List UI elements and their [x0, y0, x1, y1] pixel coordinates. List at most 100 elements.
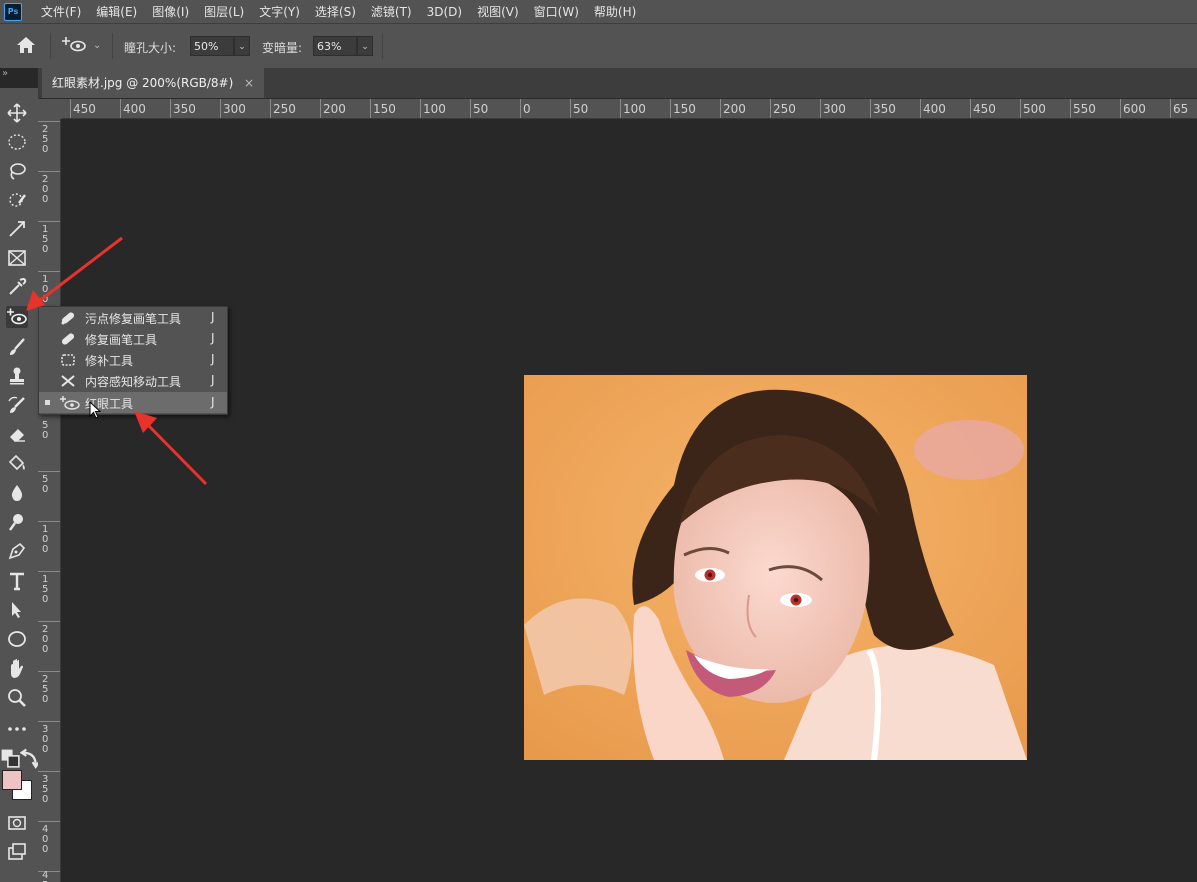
- ruler-label: 300: [823, 102, 846, 116]
- ellipse-tool-icon[interactable]: [6, 628, 28, 650]
- hand-tool-icon[interactable]: [6, 658, 28, 680]
- ruler-label: 200: [42, 174, 49, 205]
- close-icon[interactable]: ×: [244, 68, 254, 98]
- path-selection-tool-icon[interactable]: [6, 599, 28, 621]
- ruler-label: 300: [42, 724, 49, 755]
- ruler-label: 400: [42, 824, 49, 855]
- flyout-item-patch[interactable]: 修补工具 J: [39, 349, 227, 370]
- ruler-label: 300: [223, 102, 246, 116]
- darken-amount-dropdown[interactable]: ⌄: [357, 36, 373, 56]
- default-colors-icon[interactable]: [0, 748, 20, 768]
- canvas-image[interactable]: [524, 375, 1027, 760]
- chevron-down-icon[interactable]: ⌄: [93, 40, 101, 51]
- move-tool-icon[interactable]: [6, 102, 28, 124]
- pupil-size-input[interactable]: 50%: [190, 36, 234, 56]
- ruler-label: 350: [173, 102, 196, 116]
- menu-layer[interactable]: 图层(L): [204, 3, 244, 20]
- ruler-label: 150: [42, 574, 49, 605]
- healing-brush-icon: [61, 333, 75, 345]
- paint-bucket-tool-icon[interactable]: [6, 452, 28, 474]
- ruler-tick: [270, 99, 271, 118]
- eraser-tool-icon[interactable]: [6, 423, 28, 445]
- ruler-tick: [38, 171, 60, 172]
- ruler-label: 600: [1123, 102, 1146, 116]
- ruler-label: 150: [673, 102, 696, 116]
- ruler-tick: [38, 221, 60, 222]
- ruler-label: 450: [42, 870, 49, 882]
- flyout-item-spot-healing[interactable]: 污点修复画笔工具 J: [39, 307, 227, 328]
- ruler-tick: [38, 821, 60, 822]
- blur-tool-icon[interactable]: [6, 482, 28, 504]
- pen-tool-icon[interactable]: [6, 540, 28, 562]
- ruler-tick: [220, 99, 221, 118]
- quick-mask-icon[interactable]: [6, 812, 28, 834]
- flyout-item-healing-brush[interactable]: 修复画笔工具 J: [39, 328, 227, 349]
- menu-3d[interactable]: 3D(D): [427, 5, 462, 19]
- vertical-ruler[interactable]: 250 200 150 100 50 50 100 150 200 250 30…: [38, 119, 61, 882]
- ruler-tick: [420, 99, 421, 118]
- collapse-panels-icon[interactable]: »: [2, 68, 8, 79]
- marquee-tool-icon[interactable]: [6, 131, 28, 153]
- ruler-label: 350: [873, 102, 896, 116]
- ruler-label: 250: [273, 102, 296, 116]
- ruler-label: 100: [42, 524, 49, 555]
- annotation-arrow: [134, 411, 208, 486]
- stamp-tool-icon[interactable]: [6, 365, 28, 387]
- dodge-tool-icon[interactable]: [6, 511, 28, 533]
- foreground-color-swatch[interactable]: [2, 770, 22, 790]
- flyout-item-red-eye[interactable]: 红眼工具 J: [39, 392, 227, 413]
- ruler-tick: [870, 99, 871, 118]
- document-tab[interactable]: 红眼素材.jpg @ 200%(RGB/8#) ×: [42, 68, 264, 98]
- menu-help[interactable]: 帮助(H): [594, 3, 636, 20]
- darken-amount-label: 变暗量:: [262, 41, 303, 55]
- eyedropper-tool-icon[interactable]: [6, 276, 28, 298]
- ruler-tick: [570, 99, 571, 118]
- red-eye-icon: [60, 396, 80, 410]
- more-tools-icon[interactable]: [6, 718, 28, 740]
- ruler-tick: [470, 99, 471, 118]
- menu-type[interactable]: 文字(Y): [259, 3, 300, 20]
- menu-edit[interactable]: 编辑(E): [96, 3, 137, 20]
- content-aware-move-icon: [61, 375, 75, 387]
- lasso-tool-icon[interactable]: [6, 160, 28, 182]
- menu-window[interactable]: 窗口(W): [534, 3, 579, 20]
- ruler-label: 500: [1023, 102, 1046, 116]
- ruler-label: 550: [1073, 102, 1096, 116]
- zoom-tool-icon[interactable]: [6, 687, 28, 709]
- tool-preset-picker[interactable]: [60, 35, 88, 57]
- menu-select[interactable]: 选择(S): [315, 3, 356, 20]
- screen-mode-icon[interactable]: [6, 841, 28, 863]
- darken-amount-input[interactable]: 63%: [313, 36, 357, 56]
- brush-tool-icon[interactable]: [6, 336, 28, 358]
- frame-tool-icon[interactable]: [6, 247, 28, 269]
- flyout-item-label: 修复画笔工具: [85, 333, 158, 347]
- flyout-item-label: 内容感知移动工具: [85, 375, 182, 389]
- ruler-label: 250: [42, 124, 49, 155]
- ruler-tick: [520, 99, 521, 118]
- crop-tool-icon[interactable]: [6, 218, 28, 240]
- swap-colors-icon[interactable]: [19, 748, 40, 769]
- pupil-size-label: 瞳孔大小:: [124, 41, 177, 55]
- horizontal-ruler[interactable]: 450 400 350 300 250 200 150 100 50 0 50 …: [62, 99, 1197, 119]
- mouse-cursor-icon: [89, 401, 102, 419]
- ruler-tick: [38, 721, 60, 722]
- red-eye-tool-icon[interactable]: [6, 306, 28, 328]
- flyout-item-shortcut: J: [211, 395, 215, 409]
- pupil-size-dropdown[interactable]: ⌄: [234, 36, 250, 56]
- history-brush-tool-icon[interactable]: [6, 394, 28, 416]
- home-icon[interactable]: [16, 36, 36, 54]
- ruler-label: 50: [42, 474, 49, 495]
- quick-select-tool-icon[interactable]: [6, 189, 28, 211]
- menu-filter[interactable]: 滤镜(T): [371, 3, 412, 20]
- options-separator: [382, 33, 383, 59]
- ruler-label: 450: [973, 102, 996, 116]
- menu-image[interactable]: 图像(I): [152, 3, 189, 20]
- options-separator: [50, 33, 51, 59]
- menu-view[interactable]: 视图(V): [477, 3, 519, 20]
- document-tab-title: 红眼素材.jpg @ 200%(RGB/8#): [52, 76, 234, 90]
- type-tool-icon[interactable]: [6, 570, 28, 592]
- red-eye-icon: [62, 37, 86, 52]
- ruler-origin[interactable]: [38, 99, 62, 119]
- menu-file[interactable]: 文件(F): [41, 3, 81, 20]
- flyout-item-content-aware-move[interactable]: 内容感知移动工具 J: [39, 370, 227, 391]
